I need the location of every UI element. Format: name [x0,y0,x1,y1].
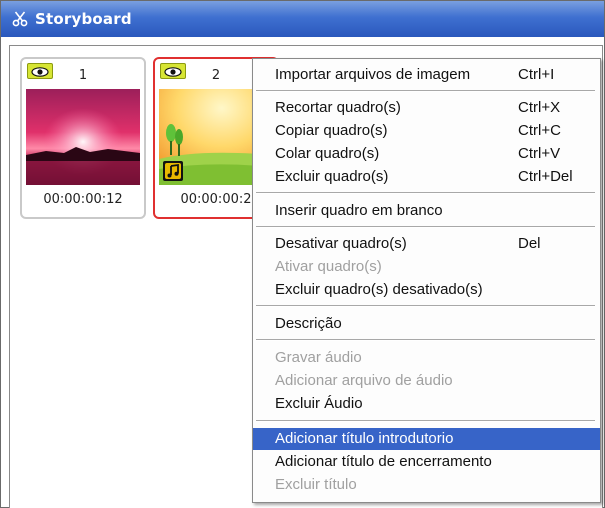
menu-item-disable-frames[interactable]: Desativar quadro(s) Del [253,233,600,255]
menu-separator [256,339,595,341]
menu-item-add-audio-file: Adicionar arquivo de áudio [275,372,453,389]
music-note-icon [163,161,183,181]
menu-separator [256,90,595,92]
storyboard-frame-1[interactable]: 1 00:00:00:12 [20,57,146,219]
scissors-icon [11,10,29,28]
title-bar[interactable]: Storyboard [1,1,604,37]
menu-item-copy-frames[interactable]: Copiar quadro(s) Ctrl+C [253,120,600,142]
menu-item-paste-frames[interactable]: Colar quadro(s) Ctrl+V [253,143,600,165]
menu-item-insert-blank-frame[interactable]: Inserir quadro em branco [253,200,600,222]
frame-number: 1 [78,68,88,83]
menu-separator [256,305,595,307]
menu-item-add-intro-title[interactable]: Adicionar título introdutorio [253,428,600,450]
menu-item-enable-frames: Ativar quadro(s) [275,258,382,275]
menu-separator [256,192,595,194]
menu-item-delete-title: Excluir título [275,476,357,493]
menu-item-cut-frames[interactable]: Recortar quadro(s) Ctrl+X [253,97,600,119]
frame-thumbnail-sunset [26,89,140,185]
menu-item-description[interactable]: Descrição [253,313,600,335]
menu-item-import-images[interactable]: Importar arquivos de imagem Ctrl+I [253,64,600,86]
menu-item-record-audio: Gravar áudio [275,349,362,366]
menu-item-add-closing-title[interactable]: Adicionar título de encerramento [253,451,600,473]
menu-separator [256,226,595,228]
context-menu[interactable]: Importar arquivos de imagem Ctrl+I Recor… [252,58,601,503]
storyboard-window: Storyboard 1 00:00:00:12 2 00:00:00:2 Im… [0,0,605,508]
menu-item-delete-disabled-frames[interactable]: Excluir quadro(s) desativado(s) [253,279,600,301]
frame-duration: 00:00:00:12 [43,192,123,207]
menu-item-delete-frames[interactable]: Excluir quadro(s) Ctrl+Del [253,166,600,188]
window-title: Storyboard [35,10,132,28]
menu-separator [256,420,595,422]
menu-item-delete-audio[interactable]: Excluir Áudio [253,393,600,415]
